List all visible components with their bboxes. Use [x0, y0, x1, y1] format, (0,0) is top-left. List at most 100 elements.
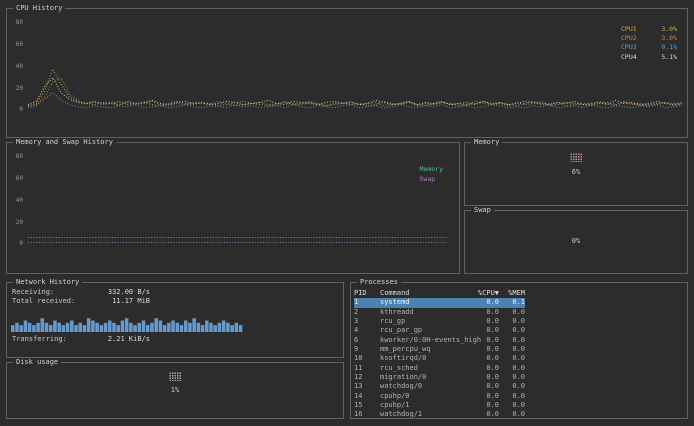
cell-cpu: 0.0: [470, 298, 499, 307]
total-received-label: Total received:: [12, 297, 88, 306]
cpu-y-tick: 80: [10, 19, 23, 26]
cell-mem: 0.0: [499, 382, 525, 391]
legend-value: 3.0%: [661, 34, 677, 43]
memory-panel-title: Memory: [471, 138, 502, 147]
memory-percent: 6%: [572, 168, 580, 176]
cell-command: migration/0: [380, 373, 470, 382]
legend-label: CPU2: [621, 34, 637, 43]
swap-panel: Swap 0%: [464, 210, 688, 274]
total-received-row: Total received: 11.17 MiB: [12, 297, 162, 306]
legend-label: CPU1: [621, 25, 637, 34]
cell-pid: 12: [354, 373, 380, 382]
cell-mem: 0.0: [499, 308, 525, 317]
network-panel-title: Network History: [13, 278, 82, 287]
receiving-label: Receiving:: [12, 288, 88, 297]
table-row[interactable]: 15cpuhp/10.00.0: [354, 401, 525, 410]
cell-cpu: 0.0: [470, 336, 499, 345]
transferring-value: 2.21 KiB/s: [88, 335, 150, 344]
cell-mem: 0.0: [499, 345, 525, 354]
table-row[interactable]: 13watchdog/00.00.0: [354, 382, 525, 391]
cell-pid: 3: [354, 317, 380, 326]
column-header-command[interactable]: Command: [380, 289, 470, 298]
network-receive-chart: [11, 308, 243, 332]
cell-pid: 6: [354, 336, 380, 345]
cell-pid: 4: [354, 326, 380, 335]
cell-cpu: 0.0: [470, 382, 499, 391]
mem-y-tick: 60: [10, 175, 23, 182]
legend-memory: Memory: [420, 165, 443, 175]
cell-command: kworker/0:0H-events_high: [380, 336, 470, 345]
cell-cpu: 0.0: [470, 317, 499, 326]
transferring-row: Transferring: 2.21 KiB/s: [12, 335, 162, 344]
mem-y-tick: 0: [10, 240, 23, 247]
memory-usage-dots: [570, 153, 583, 162]
cell-mem: 0.0: [499, 317, 525, 326]
system-monitor-screen: CPU History 80 60 40 20 0 CPU1 3.0% CPU2…: [0, 0, 694, 426]
mem-y-tick: 20: [10, 219, 23, 226]
cpu-y-tick: 40: [10, 63, 23, 70]
process-table-body: 1systemd0.00.12kthreadd0.00.03rcu_gp0.00…: [354, 298, 525, 419]
network-history-panel: Network History Receiving: 332.00 B/s To…: [6, 282, 344, 358]
cpu-y-tick: 20: [10, 85, 23, 92]
swap-percent: 0%: [572, 237, 580, 245]
process-table: PID Command %CPU▼ %MEM 1systemd0.00.12kt…: [354, 289, 525, 420]
cell-pid: 13: [354, 382, 380, 391]
cell-mem: 0.0: [499, 364, 525, 373]
table-row[interactable]: 16watchdog/10.00.0: [354, 410, 525, 419]
memory-swap-panel-title: Memory and Swap History: [13, 138, 116, 147]
cpu-y-tick: 60: [10, 41, 23, 48]
disk-panel-title: Disk usage: [13, 358, 61, 367]
legend-cpu3: CPU3 0.1%: [621, 43, 677, 52]
cell-cpu: 0.0: [470, 308, 499, 317]
table-row[interactable]: 14cpuhp/00.00.0: [354, 392, 525, 401]
cell-cpu: 0.0: [470, 354, 499, 363]
table-row[interactable]: 4rcu_par_gp0.00.0: [354, 326, 525, 335]
cpu-legend: CPU1 3.0% CPU2 3.0% CPU3 0.1% CPU4 5.1%: [621, 25, 677, 62]
column-header-mem[interactable]: %MEM: [499, 289, 525, 298]
column-header-cpu[interactable]: %CPU▼: [470, 289, 499, 298]
table-row[interactable]: 10ksoftirqd/00.00.0: [354, 354, 525, 363]
receiving-row: Receiving: 332.00 B/s: [12, 288, 162, 297]
cpu-panel-title: CPU History: [13, 4, 65, 13]
table-row[interactable]: 11rcu_sched0.00.0: [354, 364, 525, 373]
process-table-header: PID Command %CPU▼ %MEM: [354, 289, 525, 298]
cell-pid: 16: [354, 410, 380, 419]
network-transfer-info: Transferring: 2.21 KiB/s: [12, 335, 162, 344]
receiving-value: 332.00 B/s: [88, 288, 150, 297]
cell-command: cpuhp/1: [380, 401, 470, 410]
cell-mem: 0.1: [499, 298, 525, 307]
legend-cpu1: CPU1 3.0%: [621, 25, 677, 34]
cell-cpu: 0.0: [470, 401, 499, 410]
total-received-value: 11.17 MiB: [88, 297, 150, 306]
cell-cpu: 0.0: [470, 345, 499, 354]
disk-usage-dots: [169, 372, 182, 381]
cell-command: watchdog/0: [380, 382, 470, 391]
mem-y-tick: 80: [10, 153, 23, 160]
table-row[interactable]: 9mm_percpu_wq0.00.0: [354, 345, 525, 354]
cell-command: rcu_gp: [380, 317, 470, 326]
legend-value: 0.1%: [661, 43, 677, 52]
table-row[interactable]: 3rcu_gp0.00.0: [354, 317, 525, 326]
table-row[interactable]: 1systemd0.00.1: [354, 298, 525, 307]
memory-swap-history-chart: [27, 155, 449, 247]
table-row[interactable]: 2kthreadd0.00.0: [354, 308, 525, 317]
network-receive-info: Receiving: 332.00 B/s Total received: 11…: [12, 288, 162, 306]
cell-command: cpuhp/0: [380, 392, 470, 401]
cpu-history-chart: [27, 21, 683, 113]
processes-panel-title: Processes: [357, 278, 401, 287]
cell-mem: 0.0: [499, 373, 525, 382]
legend-label: CPU3: [621, 43, 637, 52]
table-row[interactable]: 6kworker/0:0H-events_high0.00.0: [354, 336, 525, 345]
cell-mem: 0.0: [499, 336, 525, 345]
legend-value: 5.1%: [661, 53, 677, 62]
cell-command: rcu_par_gp: [380, 326, 470, 335]
column-header-pid[interactable]: PID: [354, 289, 380, 298]
legend-cpu4: CPU4 5.1%: [621, 53, 677, 62]
table-row[interactable]: 12migration/00.00.0: [354, 373, 525, 382]
cell-mem: 0.0: [499, 392, 525, 401]
cpu-y-tick: 0: [10, 106, 23, 113]
cell-pid: 9: [354, 345, 380, 354]
cell-mem: 0.0: [499, 326, 525, 335]
memory-panel: Memory 6%: [464, 142, 688, 206]
cell-command: rcu_sched: [380, 364, 470, 373]
